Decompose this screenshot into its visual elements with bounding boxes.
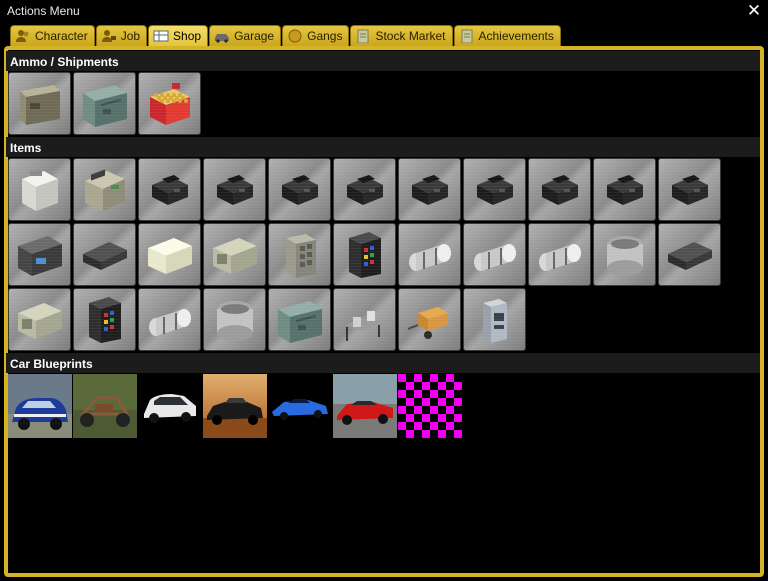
- item-slot[interactable]: [333, 158, 396, 221]
- ammo-slot[interactable]: [73, 72, 136, 135]
- actions-menu-window: Actions Menu ✕ Character Job Shop Garage Gan…: [0, 0, 768, 581]
- car-blueprint-slot[interactable]: [268, 374, 332, 438]
- item-slot[interactable]: [658, 223, 721, 286]
- tab-achievements[interactable]: Achievements: [453, 25, 561, 46]
- item-slot[interactable]: [593, 223, 656, 286]
- mini-cooper-blueprint-icon: [8, 374, 72, 438]
- missing-texture-blueprint-icon: [398, 374, 462, 438]
- tab-label: Garage: [234, 29, 275, 43]
- close-button[interactable]: ✕: [746, 2, 762, 20]
- tab-shop[interactable]: Shop: [148, 25, 209, 46]
- section-header-items: Items: [6, 137, 760, 157]
- tab-label: Achievements: [478, 29, 554, 43]
- ammo-grid: [8, 72, 721, 135]
- item-slot[interactable]: [268, 223, 331, 286]
- ammo-slot[interactable]: [8, 72, 71, 135]
- tab-label: Shop: [173, 29, 202, 43]
- window-title: Actions Menu: [7, 4, 80, 18]
- car-blueprint-slot[interactable]: [333, 374, 397, 438]
- white-hatchback-blueprint-icon: [138, 374, 202, 438]
- gang-icon: [287, 29, 303, 43]
- item-slot[interactable]: [463, 288, 526, 351]
- job-icon: [101, 29, 117, 43]
- document-icon: [459, 29, 475, 44]
- car-blueprint-slot[interactable]: [73, 374, 137, 438]
- car-blueprint-slot[interactable]: [138, 374, 202, 438]
- buggy-blueprint-icon: [73, 374, 137, 438]
- item-slot[interactable]: [268, 158, 331, 221]
- tab-character[interactable]: Character: [10, 25, 95, 46]
- tab-label: Gangs: [307, 29, 343, 43]
- item-slot[interactable]: [593, 158, 656, 221]
- tab-garage[interactable]: Garage: [209, 25, 282, 46]
- item-slot[interactable]: [333, 223, 396, 286]
- tab-label: Job: [120, 29, 141, 43]
- section-header-ammo: Ammo / Shipments: [6, 51, 760, 71]
- item-slot[interactable]: [73, 158, 136, 221]
- item-slot[interactable]: [528, 223, 591, 286]
- tab-job[interactable]: Job: [95, 25, 148, 46]
- red-sports-car-blueprint-icon: [333, 374, 397, 438]
- items-grid: [8, 158, 721, 351]
- character-icon: [15, 29, 31, 43]
- item-slot[interactable]: [658, 158, 721, 221]
- item-slot[interactable]: [268, 288, 331, 351]
- item-slot[interactable]: [398, 158, 461, 221]
- car-icon: [214, 29, 230, 43]
- title-bar[interactable]: Actions Menu ✕: [0, 0, 768, 24]
- item-slot[interactable]: [463, 158, 526, 221]
- tab-label: Stock Market: [375, 29, 446, 43]
- document-icon: [355, 29, 371, 44]
- item-slot[interactable]: [203, 158, 266, 221]
- tab-gangs[interactable]: Gangs: [282, 25, 350, 46]
- car-blueprint-slot[interactable]: [398, 374, 462, 438]
- item-slot[interactable]: [138, 288, 201, 351]
- item-slot[interactable]: [203, 288, 266, 351]
- item-slot[interactable]: [138, 158, 201, 221]
- item-slot[interactable]: [73, 288, 136, 351]
- car-blueprint-slot[interactable]: [8, 374, 72, 438]
- tab-bar: Character Job Shop Garage Gangs Stock Market A…: [10, 25, 561, 46]
- item-slot[interactable]: [8, 288, 71, 351]
- ammo-slot[interactable]: [138, 72, 201, 135]
- section-header-car-blueprints: Car Blueprints: [6, 353, 760, 373]
- shop-icon: [153, 29, 169, 43]
- item-slot[interactable]: [203, 223, 266, 286]
- item-slot[interactable]: [8, 223, 71, 286]
- black-muscle-car-blueprint-icon: [203, 374, 267, 438]
- item-slot[interactable]: [138, 223, 201, 286]
- item-slot[interactable]: [398, 223, 461, 286]
- item-slot[interactable]: [73, 223, 136, 286]
- item-slot[interactable]: [463, 223, 526, 286]
- item-slot[interactable]: [333, 288, 396, 351]
- car-blueprint-slot[interactable]: [203, 374, 267, 438]
- item-slot[interactable]: [528, 158, 591, 221]
- blue-sports-car-blueprint-icon: [268, 374, 332, 438]
- car-blueprints-grid: [8, 374, 462, 438]
- tab-label: Character: [35, 29, 88, 43]
- item-slot[interactable]: [398, 288, 461, 351]
- tab-stock-market[interactable]: Stock Market: [350, 25, 453, 46]
- item-slot[interactable]: [8, 158, 71, 221]
